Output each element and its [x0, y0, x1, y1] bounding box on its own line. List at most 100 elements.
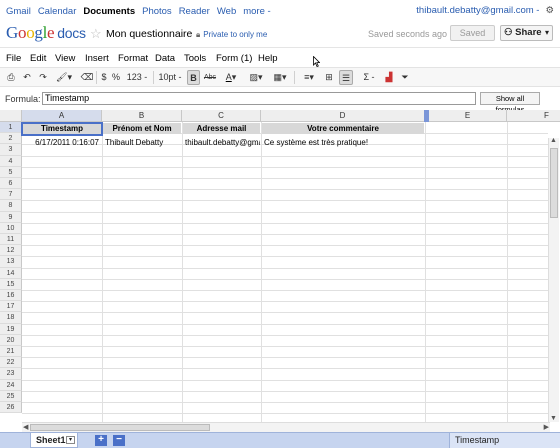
row-header-21[interactable]: 21	[0, 346, 22, 358]
cell-b1[interactable]: Prénom et Nom	[103, 123, 181, 134]
row-header-3[interactable]: 3	[0, 144, 22, 156]
row-header-19[interactable]: 19	[0, 323, 22, 335]
cell-c2[interactable]: thibault.debatty@gmail.com	[183, 137, 260, 148]
menu-help[interactable]: Help	[258, 53, 278, 64]
star-icon[interactable]: ☆	[90, 26, 102, 42]
row-header-15[interactable]: 15	[0, 278, 22, 290]
row-header-22[interactable]: 22	[0, 357, 22, 369]
cell-d2[interactable]: Ce système est très pratique!	[262, 137, 424, 148]
row-header-5[interactable]: 5	[0, 166, 22, 178]
menu-format[interactable]: Format	[118, 53, 148, 64]
chart-icon[interactable]: ▟	[382, 70, 396, 85]
column-header-a[interactable]: A	[22, 110, 102, 122]
chevron-down-icon[interactable]: ▾	[66, 436, 75, 444]
cell-a2[interactable]: 6/17/2011 0:16:07	[23, 137, 101, 148]
remove-sheet-button[interactable]: −	[113, 435, 125, 446]
horizontal-scrollbar[interactable]: ◀ ▶	[22, 422, 550, 432]
privacy-setting[interactable]: 🔒︎ Private to only me	[196, 30, 267, 40]
text-color-icon[interactable]: A▾	[221, 70, 241, 85]
scroll-left-icon[interactable]: ◀	[23, 423, 28, 431]
row-header-9[interactable]: 9	[0, 211, 22, 223]
user-email-link[interactable]: thibault.debatty@gmail.com -	[416, 5, 539, 16]
show-all-formulas-button[interactable]: Show all formulas	[480, 92, 540, 114]
bold-button[interactable]: B	[187, 70, 200, 85]
cell-d1[interactable]: Votre commentaire	[262, 123, 424, 134]
select-all-corner[interactable]	[0, 110, 22, 122]
column-header-b[interactable]: B	[102, 110, 182, 122]
menu-data[interactable]: Data	[155, 53, 175, 64]
row-header-8[interactable]: 8	[0, 200, 22, 212]
column-header-f[interactable]: F	[507, 110, 560, 122]
clear-format-icon[interactable]: ⌫	[80, 70, 94, 85]
document-title[interactable]: Mon questionnaire	[106, 28, 192, 40]
scroll-up-icon[interactable]: ▲	[550, 137, 557, 144]
nav-link-gmail[interactable]: Gmail	[6, 6, 31, 17]
column-header-c[interactable]: C	[182, 110, 261, 122]
row-header-14[interactable]: 14	[0, 267, 22, 279]
nav-link-photos[interactable]: Photos	[142, 6, 172, 17]
menu-file[interactable]: File	[6, 53, 21, 64]
insert-function-dropdown[interactable]: Σ -	[358, 70, 380, 85]
fill-color-icon[interactable]: ▨▾	[246, 70, 266, 85]
share-button[interactable]: ⚇ Share ▾	[500, 25, 553, 41]
strikethrough-button[interactable]: Abc	[202, 70, 218, 85]
row-header-13[interactable]: 13	[0, 256, 22, 268]
menu-tools[interactable]: Tools	[184, 53, 206, 64]
cell-b2[interactable]: Thibault Debatty	[103, 137, 181, 148]
row-header-2[interactable]: 2	[0, 133, 22, 145]
row-header-4[interactable]: 4	[0, 155, 22, 167]
sheet-tab-sheet1[interactable]: Sheet1 ▾	[30, 433, 78, 448]
row-header-12[interactable]: 12	[0, 245, 22, 257]
nav-link-more[interactable]: more -	[243, 6, 270, 17]
font-size-dropdown[interactable]: 10pt -	[156, 70, 184, 85]
menu-edit[interactable]: Edit	[30, 53, 46, 64]
row-header-23[interactable]: 23	[0, 368, 22, 380]
row-header-25[interactable]: 25	[0, 390, 22, 402]
column-header-e[interactable]: E	[429, 110, 507, 122]
gear-icon[interactable]: ⚙	[545, 5, 554, 16]
row-header-6[interactable]: 6	[0, 178, 22, 190]
nav-link-documents[interactable]: Documents	[83, 6, 135, 17]
nav-link-reader[interactable]: Reader	[179, 6, 210, 17]
google-docs-logo[interactable]: Google docs	[6, 23, 86, 43]
align-icon[interactable]: ≡▾	[298, 70, 320, 85]
number-format-dropdown[interactable]: 123 -	[124, 70, 150, 85]
undo-icon[interactable]: ↶	[20, 70, 34, 85]
menu-form[interactable]: Form (1)	[216, 53, 252, 64]
row-header-24[interactable]: 24	[0, 379, 22, 391]
paint-format-icon[interactable]: 🖌︎▾	[54, 70, 74, 85]
cell-c1[interactable]: Adresse mail	[183, 123, 260, 134]
print-icon[interactable]: ⎙	[4, 70, 18, 85]
borders-icon[interactable]: ▦▾	[270, 70, 290, 85]
saved-button[interactable]: Saved	[450, 25, 495, 41]
redo-icon[interactable]: ↷	[36, 70, 50, 85]
vertical-scroll-thumb[interactable]	[550, 148, 558, 218]
row-header-10[interactable]: 10	[0, 222, 22, 234]
selection-summary[interactable]: Timestamp	[449, 433, 560, 448]
menu-view[interactable]: View	[55, 53, 75, 64]
nav-link-calendar[interactable]: Calendar	[38, 6, 77, 17]
formula-input[interactable]: Timestamp	[42, 92, 476, 105]
row-header-18[interactable]: 18	[0, 312, 22, 324]
nav-link-web[interactable]: Web	[217, 6, 236, 17]
row-header-26[interactable]: 26	[0, 402, 22, 414]
filter-icon[interactable]: ⏷	[398, 70, 412, 85]
add-sheet-button[interactable]: +	[95, 435, 107, 446]
spreadsheet-grid[interactable]: A B C D E F 1 2 3 4 5 6 7 8 9 10 11 12 13 14 15 16 17 18 1…	[0, 110, 560, 422]
row-header-17[interactable]: 17	[0, 301, 22, 313]
row-header-1[interactable]: 1	[0, 122, 22, 134]
row-header-11[interactable]: 11	[0, 234, 22, 246]
column-header-d[interactable]: D	[261, 110, 425, 122]
scroll-right-icon[interactable]: ▶	[544, 423, 549, 431]
scroll-down-icon[interactable]: ▼	[550, 415, 557, 422]
vertical-scrollbar[interactable]: ▲ ▼	[548, 137, 559, 422]
row-header-16[interactable]: 16	[0, 290, 22, 302]
menu-insert[interactable]: Insert	[85, 53, 109, 64]
wrap-text-icon[interactable]: ☰	[339, 70, 353, 85]
merge-cells-icon[interactable]: ⊞	[322, 70, 336, 85]
percent-format-button[interactable]: %	[111, 70, 121, 85]
row-header-20[interactable]: 20	[0, 334, 22, 346]
horizontal-scroll-thumb[interactable]	[30, 424, 210, 431]
row-header-7[interactable]: 7	[0, 189, 22, 201]
currency-format-button[interactable]: $	[99, 70, 109, 85]
